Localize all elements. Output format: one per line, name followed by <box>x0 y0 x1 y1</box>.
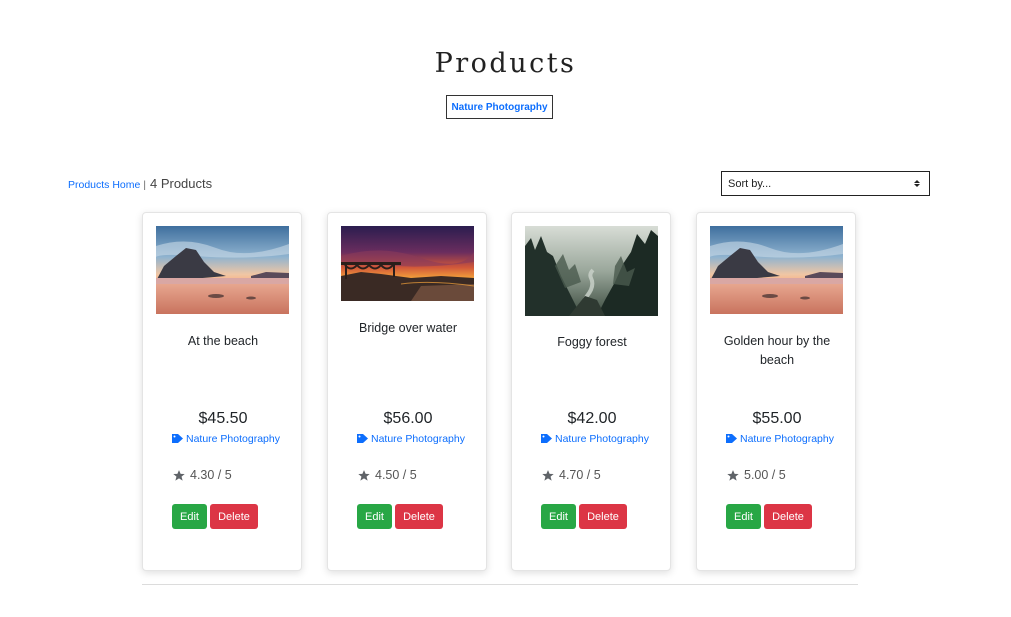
product-name[interactable]: Foggy forest <box>522 333 662 352</box>
edit-button[interactable]: Edit <box>172 504 207 529</box>
tag-icon <box>172 434 183 443</box>
product-card: Bridge over water $56.00 Nature Photogra… <box>327 212 487 571</box>
category-filter-button[interactable]: Nature Photography <box>446 95 553 119</box>
product-category-label: Nature Photography <box>555 433 649 445</box>
product-rating-value: 5.00 / 5 <box>744 468 786 482</box>
product-card: At the beach $45.50 Nature Photography 4… <box>142 212 302 571</box>
product-image-beach[interactable] <box>156 226 289 314</box>
breadcrumb: Products Home | 4 Products <box>68 176 212 191</box>
product-card: Foggy forest $42.00 Nature Photography 4… <box>511 212 671 571</box>
product-price: $56.00 <box>383 410 433 427</box>
product-card: Golden hour by the beach $55.00 Nature P… <box>696 212 856 571</box>
product-name[interactable]: Bridge over water <box>338 319 478 338</box>
edit-button[interactable]: Edit <box>726 504 761 529</box>
breadcrumb-separator: | <box>143 180 146 191</box>
product-name[interactable]: At the beach <box>153 332 293 351</box>
delete-button[interactable]: Delete <box>395 504 443 529</box>
product-rating: 4.50 / 5 <box>357 468 417 482</box>
product-category-label: Nature Photography <box>371 433 465 445</box>
product-category-label: Nature Photography <box>186 433 280 445</box>
edit-button[interactable]: Edit <box>357 504 392 529</box>
product-rating: 4.70 / 5 <box>541 468 601 482</box>
tag-icon <box>541 434 552 443</box>
breadcrumb-products-home-link[interactable]: Products Home <box>68 179 140 191</box>
tag-icon <box>726 434 737 443</box>
product-rating: 4.30 / 5 <box>172 468 232 482</box>
product-category-link[interactable]: Nature Photography <box>726 432 836 447</box>
product-image-bridge[interactable] <box>341 226 474 301</box>
product-category-label: Nature Photography <box>740 433 834 445</box>
sort-select-value: Sort by... <box>728 177 772 190</box>
delete-button[interactable]: Delete <box>210 504 258 529</box>
sort-select[interactable]: Sort by... <box>721 171 930 196</box>
product-rating-value: 4.30 / 5 <box>190 468 232 482</box>
page-title: Products <box>434 48 577 79</box>
footer-divider <box>142 584 858 585</box>
product-rating: 5.00 / 5 <box>726 468 786 482</box>
product-price: $42.00 <box>567 410 617 427</box>
product-name[interactable]: Golden hour by the beach <box>707 332 847 370</box>
product-rating-value: 4.70 / 5 <box>559 468 601 482</box>
product-image-forest[interactable] <box>525 226 658 316</box>
product-image-beach[interactable] <box>710 226 843 314</box>
star-icon <box>358 469 370 481</box>
edit-button[interactable]: Edit <box>541 504 576 529</box>
star-icon <box>173 469 185 481</box>
product-price: $55.00 <box>752 410 802 427</box>
delete-button[interactable]: Delete <box>579 504 627 529</box>
product-category-link[interactable]: Nature Photography <box>541 432 651 447</box>
product-rating-value: 4.50 / 5 <box>375 468 417 482</box>
star-icon <box>542 469 554 481</box>
product-category-link[interactable]: Nature Photography <box>172 432 282 447</box>
delete-button[interactable]: Delete <box>764 504 812 529</box>
product-count: 4 Products <box>149 176 213 191</box>
select-arrows-icon <box>914 179 920 188</box>
product-category-link[interactable]: Nature Photography <box>357 432 467 447</box>
tag-icon <box>357 434 368 443</box>
star-icon <box>727 469 739 481</box>
product-price: $45.50 <box>198 410 248 427</box>
